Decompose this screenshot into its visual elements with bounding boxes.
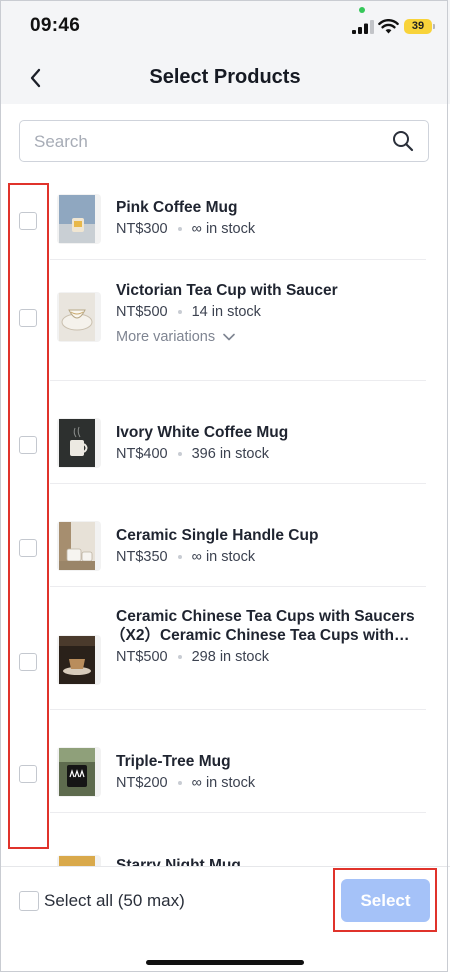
product-price: NT$500 [116, 304, 168, 320]
product-row[interactable]: Ceramic Single Handle Cup NT$350 ∞ in st… [0, 484, 450, 587]
product-thumbnail [57, 292, 101, 342]
product-price: NT$200 [116, 775, 168, 791]
product-checkbox[interactable] [19, 436, 37, 454]
product-price: NT$300 [116, 221, 168, 237]
nav-header: Select Products [0, 52, 450, 104]
product-meta: NT$400 396 in stock [116, 446, 269, 462]
product-name: Ivory White Coffee Mug [116, 424, 289, 441]
product-row[interactable]: Ceramic Chinese Tea Cups with Saucers （X… [0, 587, 450, 710]
chevron-down-icon [223, 333, 235, 341]
product-row[interactable]: Victorian Tea Cup with Saucer NT$500 14 … [0, 260, 450, 381]
product-price: NT$500 [116, 649, 168, 665]
select-all-label[interactable]: Select all (50 max) [44, 891, 185, 911]
wifi-icon [378, 19, 399, 34]
product-stock: ∞ in stock [191, 775, 256, 791]
selection-footer: Select all (50 max) Select [0, 866, 450, 975]
separator-dot [177, 310, 182, 314]
product-price: NT$350 [116, 549, 168, 565]
product-meta: NT$350 ∞ in stock [116, 549, 255, 565]
product-thumbnail [57, 855, 101, 866]
product-row[interactable]: Pink Coffee Mug NT$300 ∞ in stock [0, 178, 450, 260]
product-thumbnail [57, 747, 101, 797]
search-input[interactable] [32, 121, 386, 163]
product-name: Starry Night Mug [116, 857, 241, 866]
battery-tip [433, 24, 435, 29]
separator-dot [177, 227, 182, 231]
product-stock: 396 in stock [191, 446, 269, 462]
product-price: NT$400 [116, 446, 168, 462]
product-name: Ceramic Single Handle Cup [116, 527, 319, 544]
status-bar: 09:46 39 [0, 0, 450, 52]
product-row[interactable]: Starry Night Mug [0, 813, 450, 866]
battery-icon: 39 [404, 19, 432, 34]
product-thumbnail [57, 194, 101, 244]
product-checkbox[interactable] [19, 765, 37, 783]
product-thumbnail [57, 635, 101, 685]
product-name-line2: （X2）Ceramic Chinese Tea Cups with… [110, 627, 410, 644]
product-name: Pink Coffee Mug [116, 199, 238, 216]
product-meta: NT$300 ∞ in stock [116, 221, 255, 237]
home-indicator [146, 960, 304, 965]
product-thumbnail [57, 418, 101, 468]
privacy-indicator-dot [359, 7, 365, 13]
product-row[interactable]: Triple-Tree Mug NT$200 ∞ in stock [0, 710, 450, 813]
product-stock: ∞ in stock [191, 221, 256, 237]
product-stock: 298 in stock [191, 649, 269, 665]
product-name: Triple-Tree Mug [116, 753, 231, 770]
product-meta: NT$200 ∞ in stock [116, 775, 255, 791]
product-name: Victorian Tea Cup with Saucer [116, 282, 338, 299]
status-time: 09:46 [30, 15, 81, 36]
select-all-checkbox[interactable] [19, 891, 39, 911]
product-checkbox[interactable] [19, 539, 37, 557]
product-name-line1: Ceramic Chinese Tea Cups with Saucers [116, 608, 415, 625]
separator-dot [177, 781, 182, 785]
search-icon[interactable] [392, 130, 414, 152]
separator-dot [177, 452, 182, 456]
product-stock: 14 in stock [191, 304, 261, 320]
search-box [19, 120, 429, 163]
page-title: Select Products [149, 66, 301, 88]
separator-dot [177, 655, 182, 659]
product-checkbox[interactable] [19, 212, 37, 230]
select-button[interactable]: Select [341, 879, 430, 922]
cellular-signal-icon [352, 20, 374, 34]
product-stock: ∞ in stock [191, 549, 256, 565]
product-row[interactable]: Ivory White Coffee Mug NT$400 396 in sto… [0, 381, 450, 484]
more-variations-label: More variations [116, 329, 216, 345]
product-meta: NT$500 298 in stock [116, 649, 269, 665]
product-meta: NT$500 14 in stock [116, 304, 261, 320]
product-checkbox[interactable] [19, 309, 37, 327]
product-checkbox[interactable] [19, 653, 37, 671]
more-variations-link[interactable]: More variations [116, 329, 235, 345]
separator-dot [177, 555, 182, 559]
product-thumbnail [57, 521, 101, 571]
product-list: Pink Coffee Mug NT$300 ∞ in stock Victor… [0, 178, 450, 866]
